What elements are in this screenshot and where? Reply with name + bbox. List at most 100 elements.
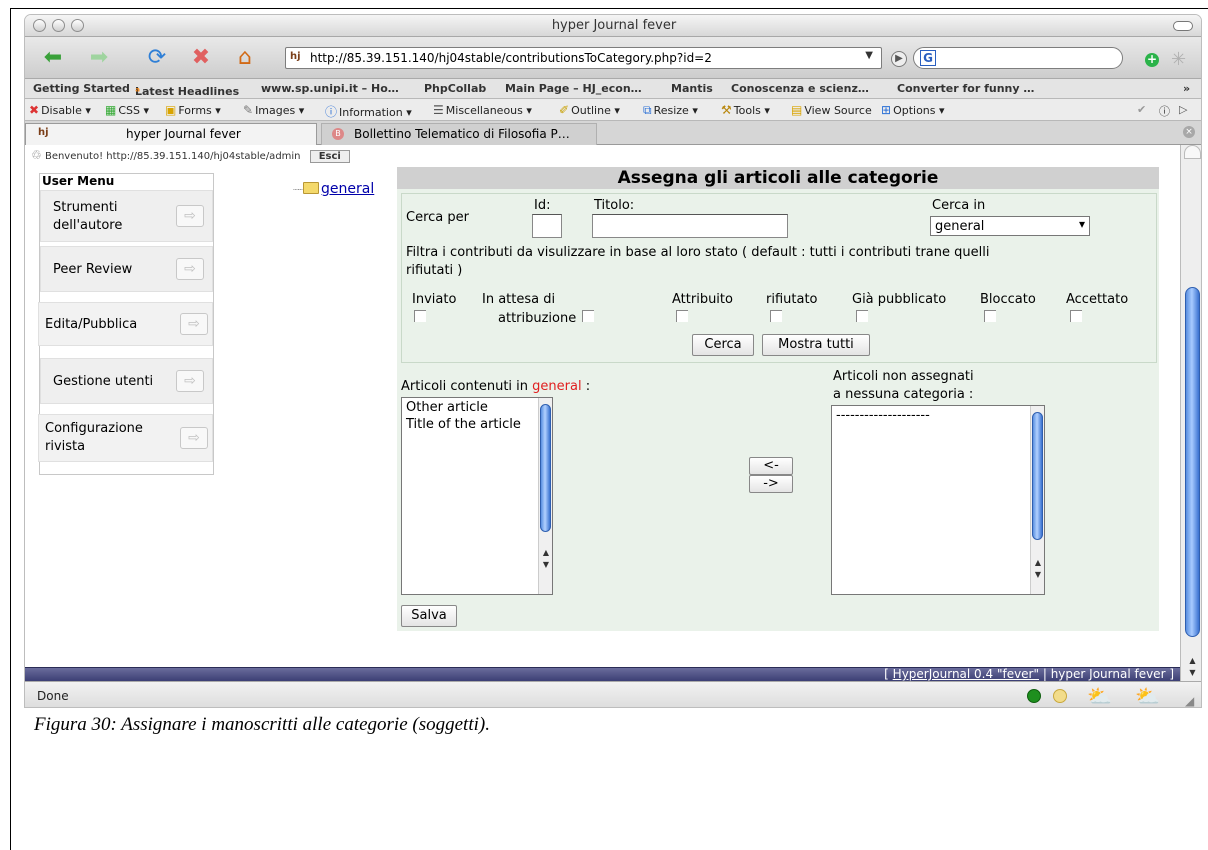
checkbox-rifiutato[interactable] [770,310,782,322]
list-item[interactable]: Title of the article [406,417,521,432]
list-scrollbar[interactable]: ▲ ▼ [538,398,552,594]
title-input[interactable] [592,214,788,238]
list-scrollbar[interactable]: ▲ ▼ [1030,406,1044,594]
wd-forms-menu[interactable]: ▣ Forms ▾ [165,103,221,117]
welcome-bar: ♲ Benvenuto! http://85.39.151.140/hj04st… [31,148,350,163]
url-field[interactable]: hj http://85.39.151.140/hj04stable/contr… [285,47,882,69]
weather-sun-cloud-icon[interactable]: ⛅ [1135,684,1160,707]
back-arrow-icon[interactable]: ⬅ [39,44,67,72]
list-scroll-thumb[interactable] [540,404,551,532]
wd-label: CSS [118,104,140,117]
search-in-select[interactable]: general ▾ [930,216,1090,236]
menu-item-user-management[interactable]: Gestione utenti ⇨ [40,358,213,404]
tab-label: Bollettino Telematico di Filosofia P… [354,127,570,141]
list-item[interactable]: -------------------- [836,408,930,423]
home-icon[interactable]: ⌂ [231,44,259,72]
tab-bollettino[interactable]: B Bollettino Telematico di Filosofia P… [321,123,597,145]
id-input[interactable] [532,214,562,238]
wd-view-source-menu[interactable]: ▤ View Source [791,103,872,117]
resize-grip-icon[interactable]: ◢ [1185,694,1194,707]
close-tab-icon[interactable]: × [1183,126,1195,138]
wd-tools-menu[interactable]: ⚒ Tools ▾ [721,103,770,117]
arrow-right-icon[interactable]: ⇨ [176,205,204,227]
status-moon-icon[interactable] [1053,689,1067,703]
scroll-down-icon[interactable]: ▼ [1032,570,1044,580]
tree-connector: ┈┈ [293,185,304,196]
menu-item-configuration[interactable]: Configurazione rivista ⇨ [38,414,213,462]
bookmark-item[interactable]: Getting Started [33,82,130,95]
bookmark-item[interactable]: Conoscenza e scienz… [731,82,869,95]
scroll-up-icon[interactable]: ▲ [1032,558,1044,568]
status-label-attribuzione: attribuzione [498,311,577,326]
tab-hyper-journal[interactable]: hj hyper Journal fever [25,123,317,145]
contained-articles-list[interactable]: Other article Title of the article ▲ ▼ [401,397,553,595]
scroll-up-icon[interactable]: ▲ [1185,655,1200,666]
bookmark-item[interactable]: PhpCollab [424,82,486,95]
url-dropdown-icon[interactable]: ▼ [865,50,873,61]
wd-miscellaneous-menu[interactable]: ☰ Miscellaneous ▾ [433,103,532,117]
move-right-button[interactable]: -> [749,475,793,493]
unassigned-articles-list[interactable]: -------------------- ▲ ▼ [831,405,1045,595]
id-label: Id: [534,198,551,213]
menu-item-edit-publish[interactable]: Edita/Pubblica ⇨ [38,302,213,346]
scroll-down-icon[interactable]: ▼ [1185,667,1200,678]
wd-information-menu[interactable]: ⓘ Information ▾ [325,103,412,120]
show-all-button[interactable]: Mostra tutti [762,334,870,356]
go-button-icon[interactable]: ▶ [891,51,907,67]
arrow-right-icon[interactable]: ⇨ [176,258,204,280]
save-button[interactable]: Salva [401,605,457,627]
wd-label: Images [255,104,296,117]
page-scrollbar[interactable]: ▲ ▼ [1180,145,1201,681]
checkbox-attribuito[interactable] [676,310,688,322]
validation-ok-icon[interactable]: ✔ [1137,103,1146,116]
page-scroll-thumb[interactable] [1185,287,1200,637]
move-left-button[interactable]: <- [749,457,793,475]
category-link-general[interactable]: general [321,181,374,197]
bookmark-item[interactable]: www.sp.unipi.it – Ho… [261,82,399,95]
arrow-right-icon[interactable]: ⇨ [180,427,208,449]
wd-disable-menu[interactable]: ✖ Disable ▾ [29,103,91,117]
menu-item-author-tools[interactable]: Strumenti dell'autore ⇨ [40,190,213,242]
toolbar-toggle-button[interactable] [1173,21,1193,31]
list-scroll-thumb[interactable] [1032,412,1043,540]
menu-item-label: Configurazione rivista [45,421,143,454]
play-icon[interactable]: ▷ [1179,103,1187,116]
add-icon[interactable]: + [1145,53,1159,67]
checkbox-bloccato[interactable] [984,310,996,322]
reload-icon[interactable]: ⟳ [143,44,171,72]
arrow-right-icon[interactable]: ⇨ [176,370,204,392]
forward-arrow-icon[interactable]: ➡ [85,44,113,72]
checkbox-accettato[interactable] [1070,310,1082,322]
footer-link[interactable]: HyperJournal 0.4 "fever" [893,667,1039,681]
search-button[interactable]: Cerca [692,334,754,356]
bookmark-item[interactable]: Converter for funny … [897,82,1034,95]
wd-css-menu[interactable]: ▦ CSS ▾ [105,103,149,117]
scroll-track-cap [1184,145,1201,159]
wd-resize-menu[interactable]: ⧉ Resize ▾ [643,103,698,118]
chevron-down-icon: ▾ [1078,217,1085,231]
weather-sun-cloud-icon[interactable]: ⛅ [1087,684,1112,707]
checkbox-in-attesa[interactable] [582,310,594,322]
scroll-down-icon[interactable]: ▼ [540,560,552,570]
google-search-icon[interactable]: G [920,50,936,66]
wd-images-menu[interactable]: ✎ Images ▾ [243,103,304,117]
wd-options-menu[interactable]: ⊞ Options ▾ [881,103,945,117]
footer-bracket: [ [884,667,889,681]
bookmarks-overflow-icon[interactable]: » [1183,82,1190,95]
arrow-right-icon[interactable]: ⇨ [180,313,208,335]
bookmark-item[interactable]: Main Page – HJ_econ… [505,82,642,95]
wd-label: Resize [653,104,689,117]
info-status-icon[interactable]: ⓘ [1159,103,1170,119]
logout-button[interactable]: Esci [309,150,350,163]
search-field[interactable]: G [913,47,1123,69]
checkbox-gia-pubblicato[interactable] [856,310,868,322]
scroll-up-icon[interactable]: ▲ [540,548,552,558]
bookmark-item[interactable]: Mantis [671,82,713,95]
list-item[interactable]: Other article [406,400,488,415]
status-indicator-icon[interactable] [1027,689,1041,703]
stop-icon[interactable]: ✖ [187,44,215,72]
checkbox-inviato[interactable] [414,310,426,322]
menu-item-peer-review[interactable]: Peer Review ⇨ [40,246,213,292]
wd-outline-menu[interactable]: ✐ Outline ▾ [559,103,620,117]
wd-label: View Source [804,104,872,117]
